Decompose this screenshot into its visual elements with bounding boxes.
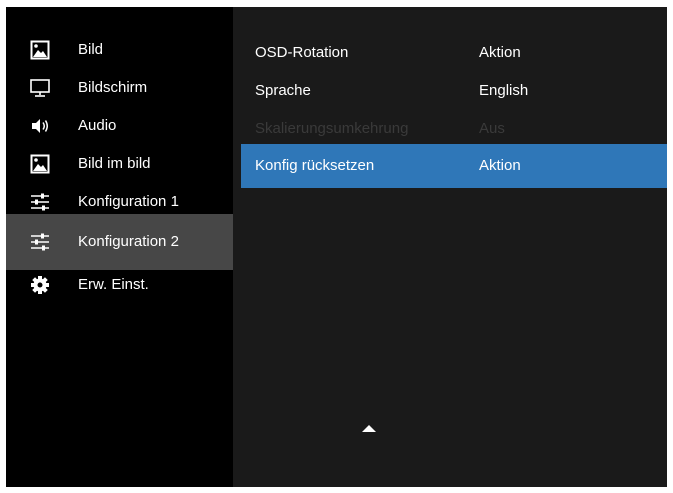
setting-value: Aus — [479, 120, 505, 137]
speaker-icon — [30, 116, 50, 136]
settings-panel: OSD-Rotation Aktion Sprache English Skal… — [233, 7, 667, 487]
sidebar-item-erw-einst[interactable]: Erw. Einst. — [6, 266, 233, 304]
sidebar-item-bild[interactable]: Bild — [6, 31, 233, 69]
sidebar-item-label: Bild — [78, 41, 104, 58]
setting-name: Konfig rücksetzen — [255, 157, 375, 174]
monitor-icon — [30, 78, 50, 98]
sidebar-item-label: Audio — [78, 117, 117, 134]
setting-name: Sprache — [255, 82, 311, 99]
gear-icon — [30, 275, 50, 295]
picture-icon — [30, 40, 50, 60]
sidebar-item-label: Konfiguration 2 — [78, 233, 179, 250]
setting-name: Skalierungsumkehrung — [255, 120, 409, 137]
sliders-icon — [30, 192, 50, 212]
sliders-icon — [30, 232, 50, 252]
sidebar-item-label: Konfiguration 1 — [78, 193, 179, 210]
sidebar-menu: Bild Bildschirm Audio Bild im bild Konfi… — [6, 7, 233, 487]
sidebar-item-label: Bildschirm — [78, 79, 148, 96]
osd-menu-screen: Bild Bildschirm Audio Bild im bild Konfi… — [6, 7, 667, 487]
sidebar-item-label: Erw. Einst. — [78, 276, 149, 293]
setting-name: OSD-Rotation — [255, 44, 349, 61]
sidebar-item-label: Bild im bild — [78, 155, 151, 172]
setting-value: Aktion — [479, 157, 521, 174]
sidebar-item-bildschirm[interactable]: Bildschirm — [6, 69, 233, 107]
scroll-up-arrow-icon[interactable] — [362, 425, 376, 432]
picture-in-picture-icon — [30, 154, 50, 174]
sidebar-item-konfiguration-2[interactable]: Konfiguration 2 — [6, 214, 233, 270]
sidebar-item-audio[interactable]: Audio — [6, 107, 233, 145]
sidebar-item-bild-im-bild[interactable]: Bild im bild — [6, 145, 233, 183]
setting-row-konfig-ruecksetzen[interactable]: Konfig rücksetzen Aktion — [241, 144, 667, 188]
setting-value: Aktion — [479, 44, 521, 61]
setting-value: English — [479, 82, 529, 99]
